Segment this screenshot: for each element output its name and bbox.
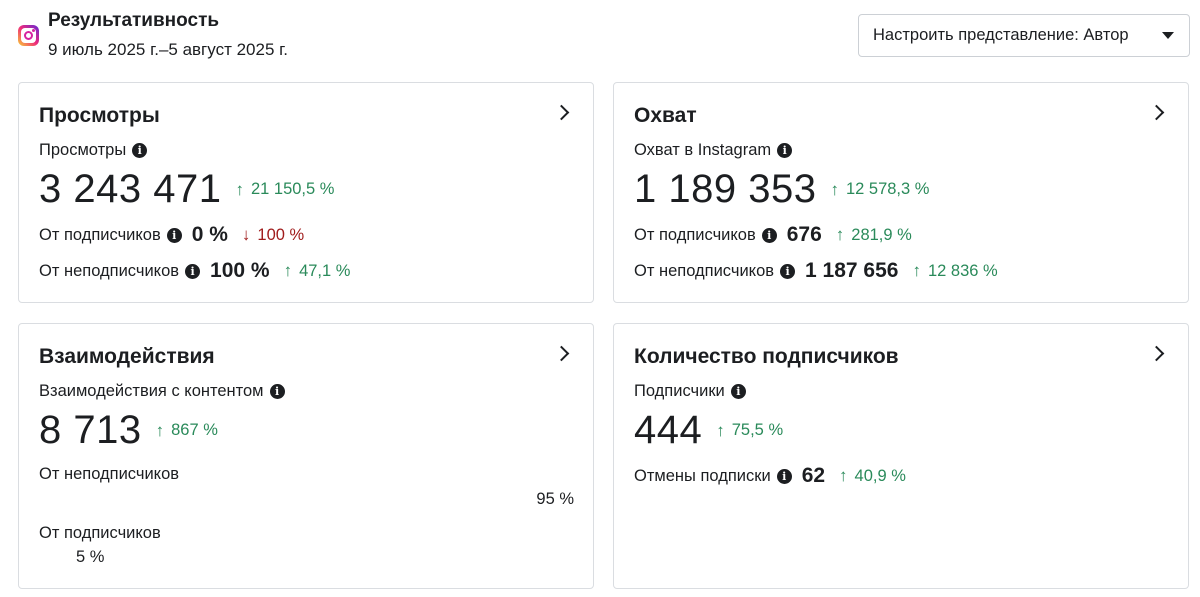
arrow-up-icon: ↑ [155, 420, 165, 440]
page-title: Результативность [48, 10, 220, 31]
info-icon[interactable]: i [269, 384, 285, 399]
metric-value: 3 243 471 [39, 167, 222, 211]
followers-label: От подписчиков [634, 225, 756, 244]
delta-value: 40,9 % [854, 466, 906, 485]
metric-label-row: Просмотры i [39, 141, 148, 160]
info-icon[interactable]: i [776, 468, 792, 484]
nonfollowers-delta: ↑ 47,1 % [284, 261, 351, 281]
delta-value: 75,5 % [731, 421, 784, 439]
followers-label: От подписчиков [39, 524, 161, 542]
metric-label: Взаимодействия с контентом [39, 382, 264, 400]
instagram-icon [18, 25, 39, 46]
info-icon[interactable]: i [777, 143, 793, 158]
arrow-up-icon: ↑ [830, 179, 839, 199]
arrow-up-icon: ↑ [716, 420, 725, 440]
metric-delta: ↑ 867 % [156, 421, 218, 441]
info-icon[interactable]: i [166, 227, 182, 243]
metric-value-row: 444 ↑ 75,5 % [634, 408, 783, 453]
unfollows-value: 62 [801, 464, 826, 487]
nonfollowers-label-row: От неподписчиков [39, 465, 179, 484]
arrow-up-icon: ↑ [283, 261, 293, 280]
metric-label-row: Подписчики i [634, 382, 746, 401]
nonfollowers-value: 1 187 656 [805, 259, 899, 282]
delta-value: 21 150,5 % [250, 180, 335, 198]
unfollows-label: Отмены подписки [634, 466, 771, 485]
followers-value: 0 % [191, 223, 228, 246]
card-title: Количество подписчиков [634, 345, 899, 368]
unfollows-delta: ↑ 40,9 % [839, 466, 906, 486]
reach-card: Охват Охват в Instagram i 1 189 353 ↑ 12… [613, 82, 1189, 303]
nonfollowers-label: От неподписчиков [39, 261, 180, 280]
nonfollowers-label: От неподписчиков [39, 465, 180, 483]
arrow-up-icon: ↑ [839, 466, 848, 485]
metric-label: Охват в Instagram [634, 141, 772, 159]
metric-value: 444 [634, 408, 703, 452]
nonfollowers-value: 100 % [210, 259, 270, 282]
metric-value-row: 8 713 ↑ 867 % [39, 408, 218, 453]
nonfollowers-label: От неподписчиков [634, 261, 775, 280]
delta-value: 867 % [171, 421, 218, 439]
caret-down-icon [1162, 32, 1174, 39]
delta-value: 12 578,3 % [845, 180, 930, 198]
metric-delta: ↑ 75,5 % [716, 421, 783, 441]
followers-delta: ↓ 100 % [242, 225, 304, 245]
arrow-up-icon: ↑ [235, 179, 244, 199]
customize-view-dropdown[interactable]: Настроить представление: Автор [858, 14, 1190, 57]
arrow-up-icon: ↑ [912, 261, 921, 280]
delta-value: 100 % [257, 225, 305, 244]
info-icon[interactable]: i [185, 263, 201, 279]
followers-delta: ↑ 281,9 % [836, 225, 912, 245]
metric-delta: ↑ 21 150,5 % [235, 180, 334, 200]
metric-delta: ↑ 12 578,3 % [830, 180, 929, 200]
followers-card: Количество подписчиков Подписчики i 444 … [613, 323, 1189, 589]
customize-view-label: Настроить представление: Автор [873, 26, 1129, 44]
metric-label-row: Взаимодействия с контентом i [39, 382, 285, 401]
metric-label-row: Охват в Instagram i [634, 141, 793, 160]
metric-value-row: 3 243 471 ↑ 21 150,5 % [39, 167, 334, 212]
arrow-down-icon: ↓ [241, 225, 251, 244]
metric-label: Просмотры [39, 141, 127, 159]
date-range: 9 июль 2025 г.–5 август 2025 г. [48, 40, 288, 59]
info-icon[interactable]: i [780, 263, 796, 279]
views-card: Просмотры Просмотры i 3 243 471 ↑ 21 150… [18, 82, 594, 303]
unfollows-row: Отмены подписки i 62 ↑ 40,9 % [634, 464, 906, 488]
info-icon[interactable]: i [132, 143, 148, 158]
card-title: Просмотры [39, 104, 160, 127]
followers-percent: 5 % [76, 548, 105, 566]
delta-value: 281,9 % [851, 225, 912, 244]
arrow-up-icon: ↑ [835, 225, 845, 244]
interactions-card: Взаимодействия Взаимодействия с контенто… [18, 323, 594, 589]
nonfollowers-row: От неподписчиков i 1 187 656 ↑ 12 836 % [634, 259, 998, 283]
metric-value: 1 189 353 [634, 167, 817, 211]
delta-value: 47,1 % [299, 261, 351, 280]
page-header: Результативность 9 июль 2025 г.–5 август… [18, 8, 1190, 68]
info-icon[interactable]: i [761, 227, 777, 243]
info-icon[interactable]: i [730, 384, 746, 399]
followers-label-row: От подписчиков [39, 524, 161, 543]
delta-value: 12 836 % [927, 261, 998, 280]
metric-label: Подписчики [634, 382, 725, 400]
followers-row: От подписчиков i 0 % ↓ 100 % [39, 223, 304, 247]
followers-row: От подписчиков i 676 ↑ 281,9 % [634, 223, 912, 247]
nonfollowers-row: От неподписчиков i 100 % ↑ 47,1 % [39, 259, 350, 283]
nonfollowers-delta: ↑ 12 836 % [912, 261, 997, 281]
followers-label: От подписчиков [39, 225, 161, 244]
metric-value: 8 713 [39, 408, 142, 452]
metric-value-row: 1 189 353 ↑ 12 578,3 % [634, 167, 929, 212]
followers-value: 676 [786, 223, 822, 246]
card-title: Взаимодействия [39, 345, 215, 368]
card-title: Охват [634, 104, 697, 127]
nonfollowers-percent: 95 % [536, 490, 574, 508]
